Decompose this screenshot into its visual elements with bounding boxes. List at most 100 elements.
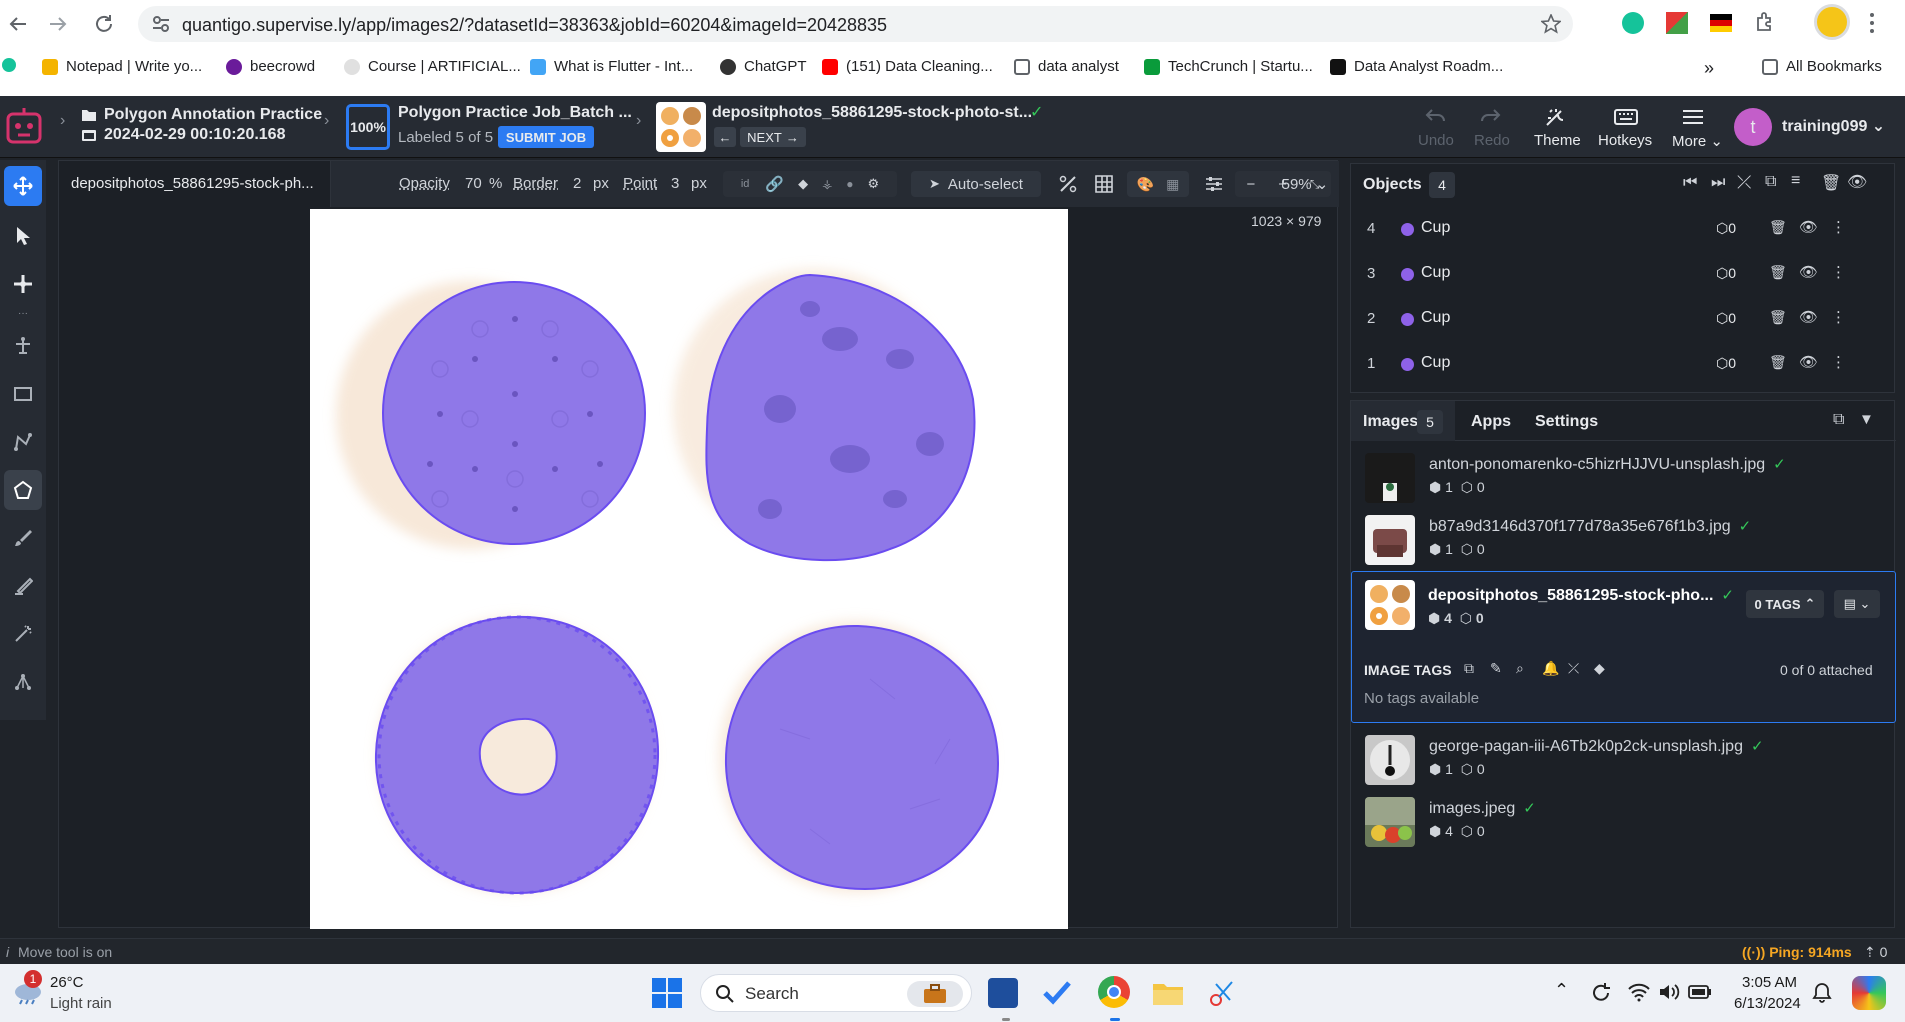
redo-icon[interactable] (1478, 106, 1502, 126)
visibility-icon[interactable]: 👁 (1799, 263, 1818, 281)
image-list-item-selected[interactable]: depositphotos_58861295-stock-pho... ✓ ⬢ 4… (1351, 571, 1896, 723)
keyboard-icon[interactable] (1614, 108, 1638, 126)
object-menu-icon[interactable]: ⋮ (1831, 218, 1846, 236)
redo-label[interactable]: Redo (1474, 132, 1510, 149)
volume-icon[interactable] (1658, 982, 1680, 1002)
layout-icon[interactable]: ▦ (1166, 176, 1179, 193)
job-title[interactable]: Polygon Practice Job_Batch ... (398, 104, 632, 122)
settings-gear-icon[interactable]: ⚙ (868, 176, 880, 192)
delete-object-icon[interactable]: 🗑 (1769, 354, 1787, 371)
clock-date[interactable]: 6/13/2024 (1734, 995, 1801, 1012)
theme-icon[interactable] (1544, 106, 1568, 128)
remove-tags-icon[interactable]: ⤫ (1568, 660, 1579, 677)
object-tags-count[interactable]: ⬡0 (1716, 310, 1736, 327)
cup-object-4[interactable] (724, 624, 1000, 891)
rectangle-tool-button[interactable] (4, 374, 42, 414)
canvas-tab[interactable]: depositphotos_58861295-stock-ph... (59, 161, 331, 207)
bookmark-star-icon[interactable] (1541, 14, 1561, 34)
annotated-image[interactable] (310, 209, 1068, 929)
first-object-icon[interactable]: ⏮ (1683, 174, 1697, 192)
delete-object-icon[interactable]: 🗑 (1769, 309, 1787, 326)
auto-select-button[interactable]: ➤ Auto-select (911, 171, 1041, 197)
grammarly-extension-icon[interactable] (1622, 12, 1644, 34)
object-tags-count[interactable]: ⬡0 (1716, 355, 1736, 372)
reload-icon[interactable] (92, 12, 116, 36)
object-tags-count[interactable]: ⬡0 (1716, 220, 1736, 237)
back-icon[interactable] (6, 12, 30, 36)
object-row[interactable]: 1 Cup ⬡0 🗑 👁 ⋮ (1351, 342, 1896, 386)
hierarchy-toggle-icon[interactable]: ⚶ (822, 177, 832, 191)
copy-icon[interactable]: ⧉ (1833, 411, 1844, 429)
undo-icon[interactable] (1424, 106, 1448, 126)
user-toggle-icon[interactable]: ● (846, 177, 853, 191)
bookmark-item[interactable]: Course | ARTIFICIAL... (344, 58, 521, 75)
chrome-icon[interactable] (1098, 976, 1130, 1008)
unlink-icon[interactable]: ⤫ (1737, 172, 1751, 193)
id-toggle-icon[interactable]: id (741, 178, 750, 190)
image-options-button[interactable]: ▤ ⌄ (1834, 590, 1880, 618)
extension-icon[interactable] (1666, 12, 1688, 34)
copy-icon[interactable]: ⧉ (1765, 173, 1776, 191)
user-avatar[interactable]: t (1734, 108, 1772, 146)
language-extension-icon[interactable] (1710, 14, 1732, 32)
delete-object-icon[interactable]: 🗑 (1769, 264, 1787, 281)
taskbar-search[interactable]: Search (700, 974, 972, 1012)
bookmark-item[interactable]: What is Flutter - Int... (530, 58, 693, 75)
edit-tags-icon[interactable]: ✎ (1490, 660, 1502, 677)
next-image-button[interactable]: NEXT → (740, 127, 806, 147)
theme-label[interactable]: Theme (1534, 132, 1581, 149)
adjustments-icon[interactable] (1205, 176, 1223, 192)
bookmark-item[interactable]: Data Analyst Roadm... (1330, 58, 1503, 75)
tags-icon[interactable]: ◆ (1594, 660, 1605, 677)
project-title[interactable]: Polygon Annotation Practice (104, 106, 322, 124)
undo-label[interactable]: Undo (1418, 132, 1454, 149)
browser-menu-icon[interactable] (1868, 12, 1876, 34)
bookmark-item[interactable]: ChatGPT (720, 58, 807, 75)
image-list-item[interactable]: george-pagan-iii-A6Tb2k0p2ck-unsplash.jp… (1351, 729, 1896, 791)
sync-icon[interactable] (1590, 982, 1612, 1004)
magic-wand-tool-button[interactable] (4, 614, 42, 654)
filter-icon[interactable]: ≡ (1791, 172, 1800, 190)
image-list-item[interactable]: anton-ponomarenko-c5hizrHJJVU-unsplash.j… (1351, 447, 1896, 509)
delete-object-icon[interactable]: 🗑 (1769, 219, 1787, 236)
percent-icon[interactable] (1059, 175, 1077, 193)
username[interactable]: training099 ⌄ (1782, 116, 1885, 136)
visibility-icon[interactable]: 👁 (1799, 353, 1818, 371)
more-bookmarks-chevron[interactable]: » (1704, 58, 1714, 79)
tab-images[interactable]: Images 5 (1351, 401, 1455, 441)
eraser-tool-button[interactable] (4, 566, 42, 606)
delete-all-icon[interactable]: 🗑 (1821, 173, 1841, 193)
bookmark-item[interactable]: (151) Data Cleaning... (822, 58, 993, 75)
notifications-bell-icon[interactable] (1812, 982, 1832, 1004)
submit-job-button[interactable]: SUBMIT JOB (498, 126, 594, 148)
bitmap-tool-button[interactable] (4, 326, 42, 366)
cup-object-2[interactable] (705, 273, 976, 562)
windows-start-icon[interactable] (652, 978, 682, 1008)
menu-icon[interactable] (1682, 108, 1704, 126)
more-label[interactable]: More ⌄ (1672, 132, 1723, 150)
move-tool-button[interactable] (4, 166, 42, 206)
polygon-tool-button[interactable] (4, 470, 42, 510)
show-hidden-icons-chevron[interactable]: ⌃ (1554, 980, 1569, 1001)
search-tags-icon[interactable]: ⌕ (1516, 660, 1524, 677)
bookmark-grammarly[interactable] (2, 58, 16, 72)
visibility-icon[interactable]: 👁 (1799, 218, 1818, 236)
link-toggle-icon[interactable]: 🔗 (765, 175, 784, 193)
todo-check-icon[interactable] (1042, 978, 1072, 1008)
tag-toggle-icon[interactable]: ◆ (798, 176, 808, 192)
opacity-value[interactable]: 70 (465, 175, 482, 192)
snipping-tool-icon[interactable] (1208, 978, 1238, 1008)
object-tags-count[interactable]: ⬡0 (1716, 265, 1736, 282)
brush-tool-button[interactable] (4, 518, 42, 558)
bookmark-item[interactable]: TechCrunch | Startu... (1144, 58, 1313, 75)
border-value[interactable]: 2 (573, 175, 581, 192)
palette-icon[interactable]: 🎨 (1137, 176, 1154, 193)
bookmark-folder[interactable]: data analyst (1014, 58, 1119, 75)
copilot-icon[interactable] (1852, 976, 1886, 1010)
address-bar[interactable]: quantigo.supervise.ly/app/images2/?datas… (138, 6, 1573, 42)
object-menu-icon[interactable]: ⋮ (1831, 308, 1846, 326)
tab-settings[interactable]: Settings (1535, 413, 1598, 431)
pan-tool-button[interactable] (4, 264, 42, 304)
all-bookmarks[interactable]: All Bookmarks (1762, 58, 1882, 75)
image-list-item[interactable]: b87a9d3146d370f177d78a35e676f1b3.jpg ✓ ⬢ … (1351, 509, 1896, 571)
